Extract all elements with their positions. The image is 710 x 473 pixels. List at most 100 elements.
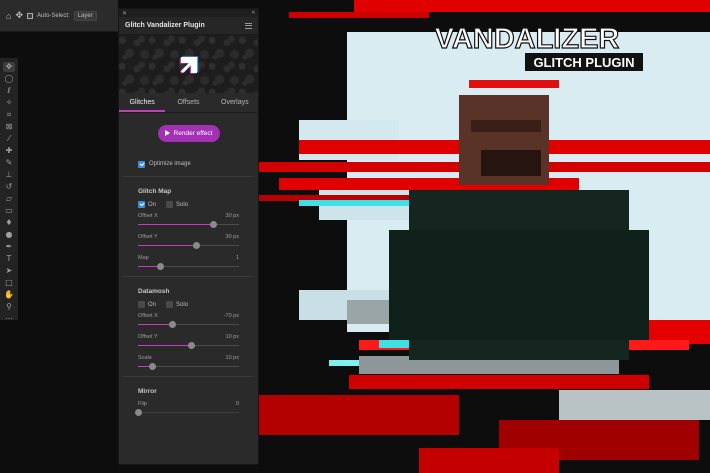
rectangle-tool-icon[interactable]: □ — [3, 278, 15, 288]
datamosh-solo-checkbox[interactable] — [166, 301, 174, 308]
panel-tab-strip: ✕ « — [119, 9, 258, 17]
history-brush-tool-icon[interactable]: ↺ — [3, 182, 15, 192]
param-value: 10 px — [225, 355, 239, 361]
param-label: Offset Y — [138, 234, 158, 240]
datamosh-on-label: On — [148, 301, 157, 308]
slider-handle[interactable] — [188, 342, 196, 349]
magic-wand-tool-icon[interactable]: ✧ — [3, 98, 15, 108]
stamp-tool-icon[interactable]: ⊥ — [3, 170, 15, 180]
tab-overlays[interactable]: Overlays — [212, 93, 258, 112]
datamosh-on-toggle[interactable]: On — [138, 301, 156, 308]
more-tools-icon[interactable]: ⋯ — [3, 314, 15, 324]
mirror-title: Mirror — [138, 388, 157, 395]
section-divider — [123, 176, 254, 177]
glitch-map-on-label: On — [148, 201, 157, 208]
auto-select-checkbox[interactable] — [26, 12, 33, 19]
param-label: Offset X — [138, 313, 158, 319]
auto-select-label: Auto-Select: — [36, 12, 70, 19]
marquee-tool-icon[interactable]: ◯ — [3, 74, 15, 84]
plugin-banner — [119, 35, 258, 93]
render-effect-button[interactable]: Render effect — [157, 124, 220, 142]
slider-handle[interactable] — [156, 263, 164, 270]
plugin-panel: ✕ « Glitch Vandalizer Plugin Glitches Of… — [118, 8, 259, 465]
param-label: Offset Y — [138, 334, 158, 340]
lasso-tool-icon[interactable]: ℓ — [3, 86, 15, 96]
datamosh-on-checkbox[interactable] — [138, 301, 145, 308]
glitch-map-solo-toggle[interactable]: Solo — [166, 201, 188, 208]
section-divider — [123, 276, 254, 277]
tab-offsets[interactable]: Offsets — [165, 93, 211, 112]
path-select-tool-icon[interactable]: ➤ — [3, 266, 15, 276]
brush-tool-icon[interactable]: ✎ — [3, 158, 15, 168]
datamosh-toggles: On Solo — [138, 301, 239, 308]
glitch-map-solo-checkbox[interactable] — [166, 201, 174, 208]
offset-x-slider[interactable] — [138, 221, 239, 228]
tab-glitches[interactable]: Glitches — [119, 93, 166, 112]
param-value: 1 — [235, 255, 239, 261]
hand-tool-icon[interactable]: ✋ — [3, 290, 15, 300]
mirror-section: Mirror Flip 0 — [119, 388, 258, 416]
blur-tool-icon[interactable]: ♦ — [3, 218, 15, 228]
artwork-subtitle: GLITCH PLUGIN — [533, 55, 634, 70]
param-label: Scale — [138, 355, 152, 361]
param-value: -70 px — [223, 313, 239, 319]
param-value: 0 — [235, 401, 239, 407]
crop-tool-icon[interactable]: ⌗ — [3, 110, 15, 120]
panel-tabs: Glitches Offsets Overlays — [119, 93, 258, 113]
datamosh-title: Datamosh — [138, 288, 170, 295]
glitch-map-param: Offset Y 30 px — [138, 234, 239, 249]
param-label: Flip — [138, 401, 147, 407]
datamosh-param: Scale 10 px — [138, 355, 239, 370]
slider-handle[interactable] — [168, 321, 176, 328]
gradient-tool-icon[interactable]: ▭ — [3, 206, 15, 216]
type-tool-icon[interactable]: T — [3, 254, 15, 264]
frame-tool-icon[interactable]: ⊠ — [3, 122, 15, 132]
move-tool-icon[interactable]: ✥ — [15, 10, 23, 21]
optimize-image-label: Optimize image — [149, 161, 191, 167]
glitch-map-on-toggle[interactable]: On — [138, 201, 156, 208]
panel-menu-icon[interactable] — [245, 22, 252, 29]
param-label: Map — [138, 255, 149, 261]
eraser-tool-icon[interactable]: ▱ — [3, 194, 15, 204]
datamosh-param: Offset Y 10 px — [138, 334, 239, 349]
canvas-dark-area — [18, 32, 118, 473]
collapse-icon[interactable]: « — [252, 10, 255, 16]
move-tool-icon[interactable]: ✥ — [3, 62, 15, 72]
glitch-map-solo-label: Solo — [176, 201, 189, 208]
healing-tool-icon[interactable]: ✚ — [3, 146, 15, 156]
glitch-artwork-graphic: VANDALIZER GLITCH PLUGIN — [259, 0, 710, 473]
optimize-image-checkbox[interactable] — [138, 160, 145, 168]
layer-dropdown[interactable]: Layer — [73, 10, 97, 21]
pen-tool-icon[interactable]: ✒ — [3, 242, 15, 252]
datamosh-solo-toggle[interactable]: Solo — [166, 301, 188, 308]
datamosh-scale-slider[interactable] — [138, 363, 239, 370]
glitch-map-section: Glitch Map On Solo Offset X 30 px Offset … — [119, 188, 258, 270]
datamosh-offset-y-slider[interactable] — [138, 342, 239, 349]
panel-header: Glitch Vandalizer Plugin — [119, 17, 258, 35]
param-label: Offset X — [138, 213, 158, 219]
render-area: Render effect — [119, 113, 258, 153]
map-slider[interactable] — [138, 263, 239, 270]
slider-handle[interactable] — [148, 363, 156, 370]
datamosh-offset-x-slider[interactable] — [138, 321, 239, 328]
slider-handle[interactable] — [210, 221, 218, 228]
slider-handle[interactable] — [134, 409, 142, 416]
options-bar: ⌂ ✥ Auto-Select: Layer — [0, 0, 118, 32]
datamosh-solo-label: Solo — [176, 301, 189, 308]
flip-slider[interactable] — [134, 409, 239, 416]
glitch-map-toggles: On Solo — [138, 201, 239, 208]
slider-handle[interactable] — [193, 242, 201, 249]
artwork-title: VANDALIZER — [435, 23, 620, 55]
glitch-map-title: Glitch Map — [138, 188, 172, 195]
tools-panel: ✥ ◯ ℓ ✧ ⌗ ⊠ ⁄ ✚ ✎ ⊥ ↺ ▱ ▭ ♦ ● ✒ T ➤ □ ✋ … — [0, 58, 18, 323]
offset-y-slider[interactable] — [138, 242, 239, 249]
play-icon — [164, 130, 170, 136]
eyedropper-tool-icon[interactable]: ⁄ — [3, 134, 15, 144]
panel-title: Glitch Vandalizer Plugin — [125, 22, 205, 29]
glitch-map-on-checkbox[interactable] — [138, 201, 145, 208]
dodge-tool-icon[interactable]: ● — [3, 230, 15, 240]
close-icon[interactable]: ✕ — [122, 10, 127, 17]
mirror-param: Flip 0 — [134, 401, 239, 416]
zoom-tool-icon[interactable]: ⚲ — [3, 302, 15, 312]
home-icon[interactable]: ⌂ — [6, 11, 11, 21]
